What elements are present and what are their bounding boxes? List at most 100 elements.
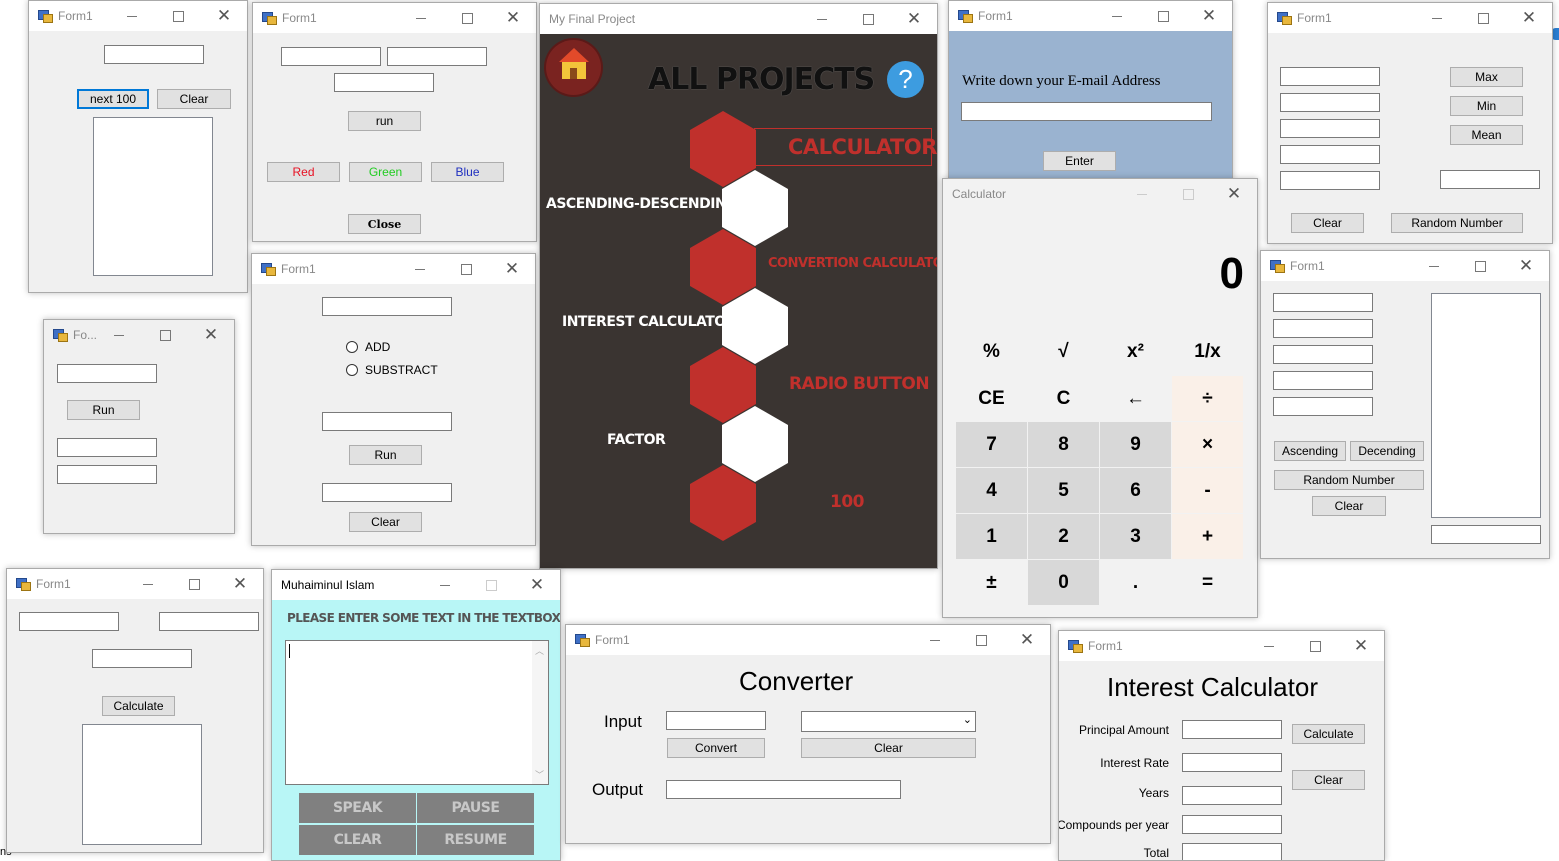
first-input[interactable] [322,297,452,316]
minimize-button[interactable] [1414,3,1460,33]
equals-key[interactable]: = [1172,560,1243,605]
chevron-down-icon[interactable]: ⌄ [963,713,972,726]
key-3[interactable]: 3 [1100,514,1171,559]
minimize-button[interactable] [125,569,171,599]
maximize-button[interactable] [1165,179,1211,209]
random-number-button[interactable]: Random Number [1391,213,1523,233]
c-key[interactable]: C [1028,376,1099,421]
key-1[interactable]: 1 [956,514,1027,559]
number-input-4[interactable] [1280,145,1380,164]
clear-button[interactable]: CLEAR [299,825,416,855]
scroll-down-icon[interactable]: ﹀ [535,768,544,781]
minimize-button[interactable] [1246,631,1292,661]
close-button[interactable]: ✕ [201,1,247,31]
clear-button[interactable]: Clear [157,89,231,109]
ce-key[interactable]: CE [956,376,1027,421]
minimize-button[interactable] [799,4,845,34]
conversion-calculator-label[interactable]: CONVERTION CALCULATOR [768,256,937,271]
maximize-button[interactable] [1460,3,1506,33]
minimize-button[interactable] [912,625,958,655]
number-input-3[interactable] [1273,345,1373,364]
speak-button[interactable]: SPEAK [299,793,416,823]
run-button[interactable]: Run [67,400,140,420]
result-input[interactable] [334,73,434,92]
maximize-button[interactable] [443,254,489,284]
pause-button[interactable]: PAUSE [417,793,534,823]
run-button[interactable]: Run [349,445,422,465]
convert-button[interactable]: Convert [667,738,765,758]
key-7[interactable]: 7 [956,422,1027,467]
square-key[interactable]: x² [1100,329,1171,374]
close-button[interactable]: ✕ [1506,3,1552,33]
green-button[interactable]: Green [349,162,422,182]
number-input[interactable] [104,45,204,64]
number-input-2[interactable] [1280,93,1380,112]
email-input[interactable] [961,102,1212,121]
close-button[interactable]: ✕ [891,4,937,34]
maximize-button[interactable] [142,320,188,350]
subtract-radio[interactable] [346,364,358,376]
calculate-button[interactable]: Calculate [1292,724,1365,744]
home-icon[interactable] [546,40,601,95]
minimize-button[interactable] [1411,251,1457,281]
ascending-descending-label[interactable]: ASCENDING-DESCENDING [546,196,738,212]
clear-button[interactable]: Clear [1291,213,1364,233]
close-button[interactable]: ✕ [514,570,560,600]
key-9[interactable]: 9 [1100,422,1171,467]
decimal-key[interactable]: . [1100,560,1171,605]
minimize-button[interactable] [422,570,468,600]
help-icon[interactable]: ? [887,61,924,98]
number-input-4[interactable] [1273,371,1373,390]
first-input[interactable] [281,47,381,66]
clear-button[interactable]: Clear [1312,496,1386,516]
close-button[interactable]: ✕ [489,254,535,284]
percent-key[interactable]: % [956,329,1027,374]
compounds-input[interactable] [1182,815,1282,834]
clear-button[interactable]: Clear [349,512,422,532]
plus-key[interactable]: + [1172,514,1243,559]
min-button[interactable]: Min [1450,96,1523,116]
maximize-button[interactable] [468,570,514,600]
unit-dropdown[interactable]: ⌄ [801,711,976,732]
maximize-button[interactable] [1457,251,1503,281]
result-listbox[interactable] [93,117,213,276]
number-input-3[interactable] [1280,119,1380,138]
ascending-button[interactable]: Ascending [1274,441,1346,461]
speech-textarea[interactable]: ︿ ﹀ [285,640,549,785]
descending-button[interactable]: Decending [1350,441,1424,461]
add-radio[interactable] [346,341,358,353]
key-6[interactable]: 6 [1100,468,1171,513]
mean-button[interactable]: Mean [1450,125,1523,145]
total-input[interactable] [1182,843,1282,860]
number-input-2[interactable] [1273,319,1373,338]
run-button[interactable]: run [348,111,421,131]
minimize-button[interactable] [397,254,443,284]
clear-button[interactable]: Clear [801,738,976,758]
key-0[interactable]: 0 [1028,560,1099,605]
blue-button[interactable]: Blue [431,162,504,182]
minimize-button[interactable] [109,1,155,31]
input-field[interactable] [666,711,766,730]
vertical-scrollbar[interactable]: ︿ ﹀ [532,641,548,784]
clear-button[interactable]: Clear [1292,770,1365,790]
second-input[interactable] [322,412,452,431]
maximize-button[interactable] [1140,1,1186,31]
minimize-button[interactable] [398,3,444,33]
backspace-key[interactable]: ← [1100,376,1171,421]
result-listbox[interactable] [1431,293,1541,518]
result-input[interactable] [322,483,452,502]
result-input[interactable] [1431,525,1541,544]
maximize-button[interactable] [444,3,490,33]
principal-input[interactable] [1182,720,1282,739]
close-button[interactable]: ✕ [1004,625,1050,655]
number-input[interactable] [57,364,157,383]
resume-button[interactable]: RESUME [417,825,534,855]
first-input[interactable] [19,612,119,631]
close-button[interactable]: ✕ [1211,179,1257,209]
multiply-key[interactable]: × [1172,422,1243,467]
random-number-button[interactable]: Random Number [1274,470,1424,490]
calculate-button[interactable]: Calculate [102,696,175,716]
hundred-label[interactable]: 100 [830,492,865,512]
sqrt-key[interactable]: √ [1028,329,1099,374]
second-input[interactable] [159,612,259,631]
